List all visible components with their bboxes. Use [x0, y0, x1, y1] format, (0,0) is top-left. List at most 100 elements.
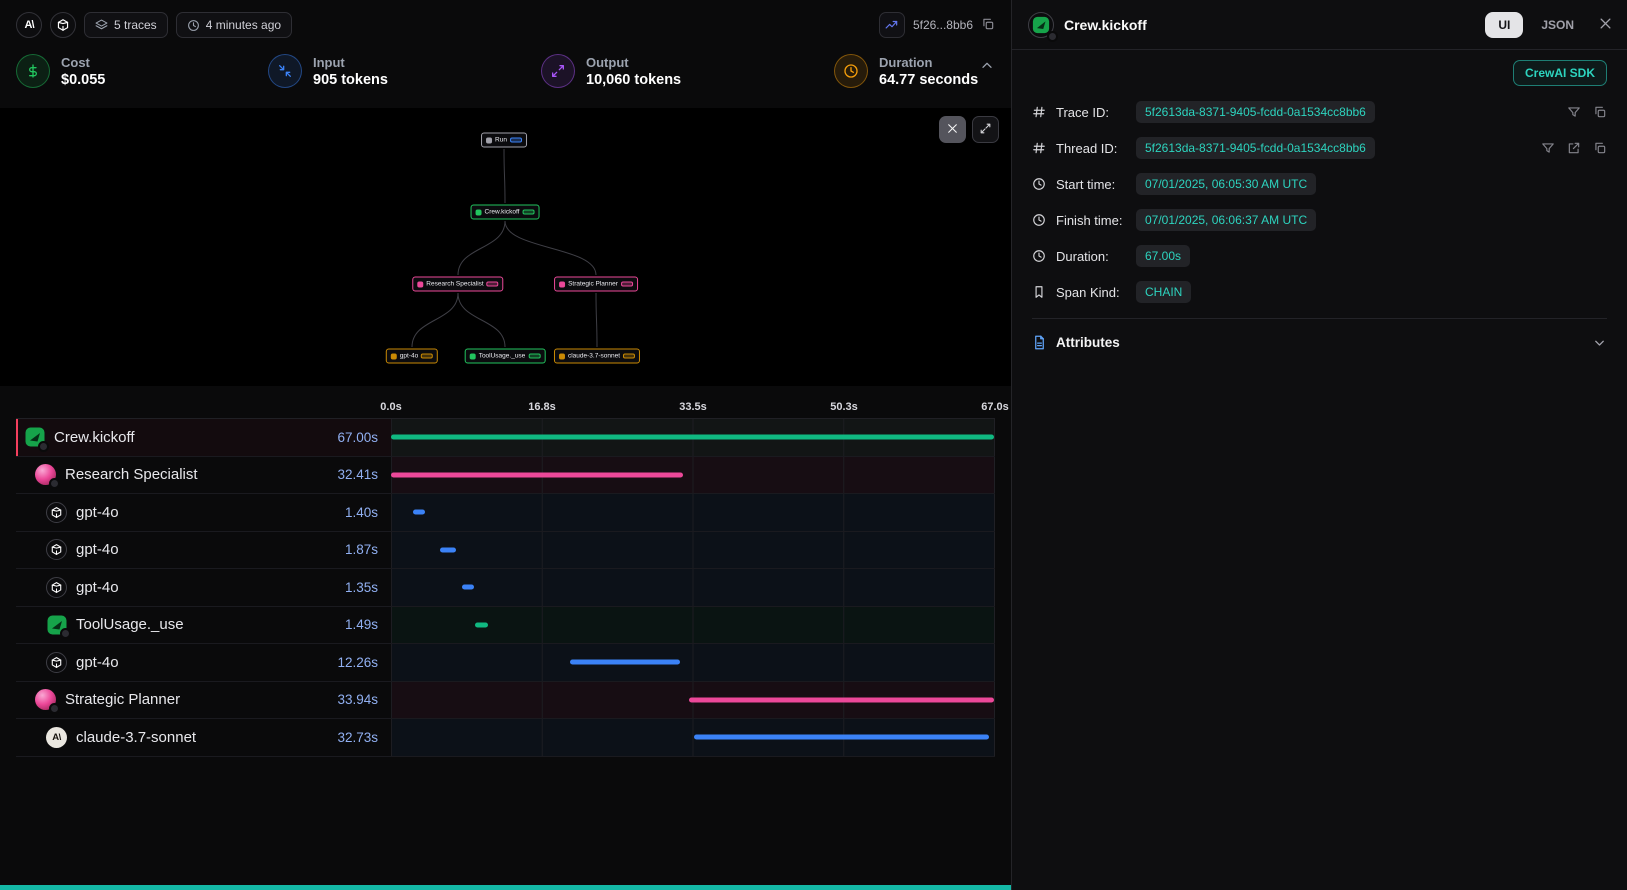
- timeline-row[interactable]: gpt-4o1.40s: [16, 494, 995, 532]
- field-actions: [1567, 105, 1607, 119]
- clock-icon: [1032, 249, 1047, 263]
- span-name: gpt-4o: [76, 579, 119, 596]
- timeline-row[interactable]: A\claude-3.7-sonnet32.73s: [16, 719, 995, 757]
- node-icon: [486, 137, 492, 143]
- graph-close-button[interactable]: [939, 116, 966, 143]
- layer-badge-icon: [60, 628, 71, 639]
- span-label-cell: gpt-4o1.87s: [16, 532, 391, 569]
- graph-node[interactable]: ToolUsage._use: [465, 349, 546, 364]
- expand-arrows-icon: [541, 54, 575, 88]
- node-icon: [391, 353, 397, 359]
- anthropic-logo-icon: A\: [16, 12, 42, 38]
- timeline-row[interactable]: gpt-4o1.35s: [16, 569, 995, 607]
- timeline-row[interactable]: Strategic Planner33.94s: [16, 682, 995, 720]
- graph-node[interactable]: claude-3.7-sonnet: [554, 349, 640, 364]
- copy-button[interactable]: [1593, 105, 1607, 119]
- clock-icon: [187, 19, 200, 32]
- graph-node[interactable]: Strategic Planner: [554, 277, 638, 292]
- node-icon: [559, 353, 565, 359]
- horizontal-scrollbar[interactable]: [0, 885, 1011, 890]
- graph-node[interactable]: Research Specialist: [412, 277, 503, 292]
- field-value[interactable]: 67.00s: [1136, 245, 1190, 267]
- span-duration: 33.94s: [337, 692, 391, 707]
- chevron-up-icon: [979, 58, 995, 77]
- detail-field: Trace ID:5f2613da-8371-9405-fcdd-0a1534c…: [1032, 94, 1607, 130]
- span-bar[interactable]: [440, 547, 457, 552]
- span-bar[interactable]: [462, 585, 474, 590]
- stat-value: 64.77 seconds: [879, 72, 978, 88]
- stats-row: Cost$0.055Input905 tokensOutput10,060 to…: [0, 50, 1011, 107]
- graph-expand-button[interactable]: [972, 116, 999, 143]
- span-name: Crew.kickoff: [54, 429, 135, 446]
- axis-tick: 33.5s: [679, 401, 707, 413]
- openai-icon: [46, 652, 67, 673]
- span-label-cell: gpt-4o12.26s: [16, 644, 391, 681]
- tab-json[interactable]: JSON: [1533, 12, 1582, 38]
- attributes-section: Attributes: [1032, 318, 1607, 365]
- span-bar[interactable]: [391, 435, 994, 440]
- field-value[interactable]: 07/01/2025, 06:06:37 AM UTC: [1136, 209, 1316, 231]
- detail-close-button[interactable]: [1598, 16, 1613, 34]
- copy-button[interactable]: [1593, 141, 1607, 155]
- span-label-cell: Strategic Planner33.94s: [16, 682, 391, 719]
- span-bar[interactable]: [570, 660, 680, 665]
- field-value[interactable]: 07/01/2025, 06:05:30 AM UTC: [1136, 173, 1316, 195]
- graph-node[interactable]: Crew.kickoff: [471, 205, 540, 220]
- timeline-track: [391, 419, 995, 456]
- span-bar[interactable]: [694, 735, 989, 740]
- openai-icon: [46, 539, 67, 560]
- traces-badge[interactable]: 5 traces: [84, 12, 168, 38]
- crewai-icon: [24, 427, 45, 448]
- timeline-row[interactable]: gpt-4o1.87s: [16, 532, 995, 570]
- span-duration: 67.00s: [337, 430, 391, 445]
- tab-ui[interactable]: UI: [1485, 12, 1523, 38]
- axis-tick: 50.3s: [830, 401, 858, 413]
- field-value[interactable]: 5f2613da-8371-9405-fcdd-0a1534cc8bb6: [1136, 137, 1375, 159]
- agent-icon: [35, 689, 56, 710]
- span-label-cell: gpt-4o1.40s: [16, 494, 391, 531]
- graph-node[interactable]: Run: [481, 133, 527, 148]
- node-label: Crew.kickoff: [485, 209, 520, 216]
- field-label: Thread ID:: [1056, 141, 1136, 156]
- sdk-badge[interactable]: CrewAI SDK: [1513, 60, 1607, 86]
- graph-node[interactable]: gpt-4o: [386, 349, 438, 364]
- filter-button[interactable]: [1567, 105, 1581, 119]
- clock-icon: [834, 54, 868, 88]
- span-name: claude-3.7-sonnet: [76, 729, 196, 746]
- collapse-stats-button[interactable]: [979, 58, 995, 77]
- node-label: Strategic Planner: [568, 281, 618, 288]
- timeline-row[interactable]: ToolUsage._use1.49s: [16, 607, 995, 645]
- span-label-cell: Crew.kickoff 67.00s: [16, 419, 391, 456]
- timeline-track: [391, 719, 995, 756]
- stat-label: Duration: [879, 55, 978, 70]
- trace-graph[interactable]: Run Crew.kickoff Research Specialist Strate…: [0, 108, 1011, 386]
- timeline-waterfall: 0.0s16.8s33.5s50.3s67.0s Crew.kickoff67.…: [16, 392, 995, 757]
- trend-button[interactable]: [879, 12, 905, 38]
- stat-input: Input905 tokens: [268, 54, 541, 88]
- span-bar[interactable]: [391, 472, 683, 477]
- span-name: Research Specialist: [65, 466, 198, 483]
- span-bar[interactable]: [475, 622, 488, 627]
- node-icon: [417, 281, 423, 287]
- span-duration: 32.73s: [337, 730, 391, 745]
- attributes-toggle[interactable]: Attributes: [1032, 319, 1607, 365]
- field-value[interactable]: CHAIN: [1136, 281, 1191, 303]
- field-value[interactable]: 5f2613da-8371-9405-fcdd-0a1534cc8bb6: [1136, 101, 1375, 123]
- attributes-label: Attributes: [1056, 335, 1120, 350]
- span-bar[interactable]: [689, 697, 994, 702]
- timeline-row[interactable]: gpt-4o12.26s: [16, 644, 995, 682]
- crewai-icon: [46, 614, 67, 635]
- external-button[interactable]: [1567, 141, 1581, 155]
- detail-field: Duration:67.00s: [1032, 238, 1607, 274]
- filter-button[interactable]: [1541, 141, 1555, 155]
- layer-badge-icon: [49, 703, 60, 714]
- copy-trace-id-button[interactable]: [981, 17, 995, 34]
- span-bar[interactable]: [413, 510, 426, 515]
- timeline-row[interactable]: Research Specialist32.41s: [16, 457, 995, 495]
- crewai-icon: [1028, 12, 1054, 38]
- span-name: ToolUsage._use: [76, 616, 184, 633]
- detail-panel: Crew.kickoff UI JSON CrewAI SDK Trace ID…: [1012, 0, 1627, 890]
- timeline-row[interactable]: Crew.kickoff 67.00s: [16, 419, 995, 457]
- time-ago-label: 4 minutes ago: [206, 18, 281, 32]
- document-icon: [1032, 335, 1047, 350]
